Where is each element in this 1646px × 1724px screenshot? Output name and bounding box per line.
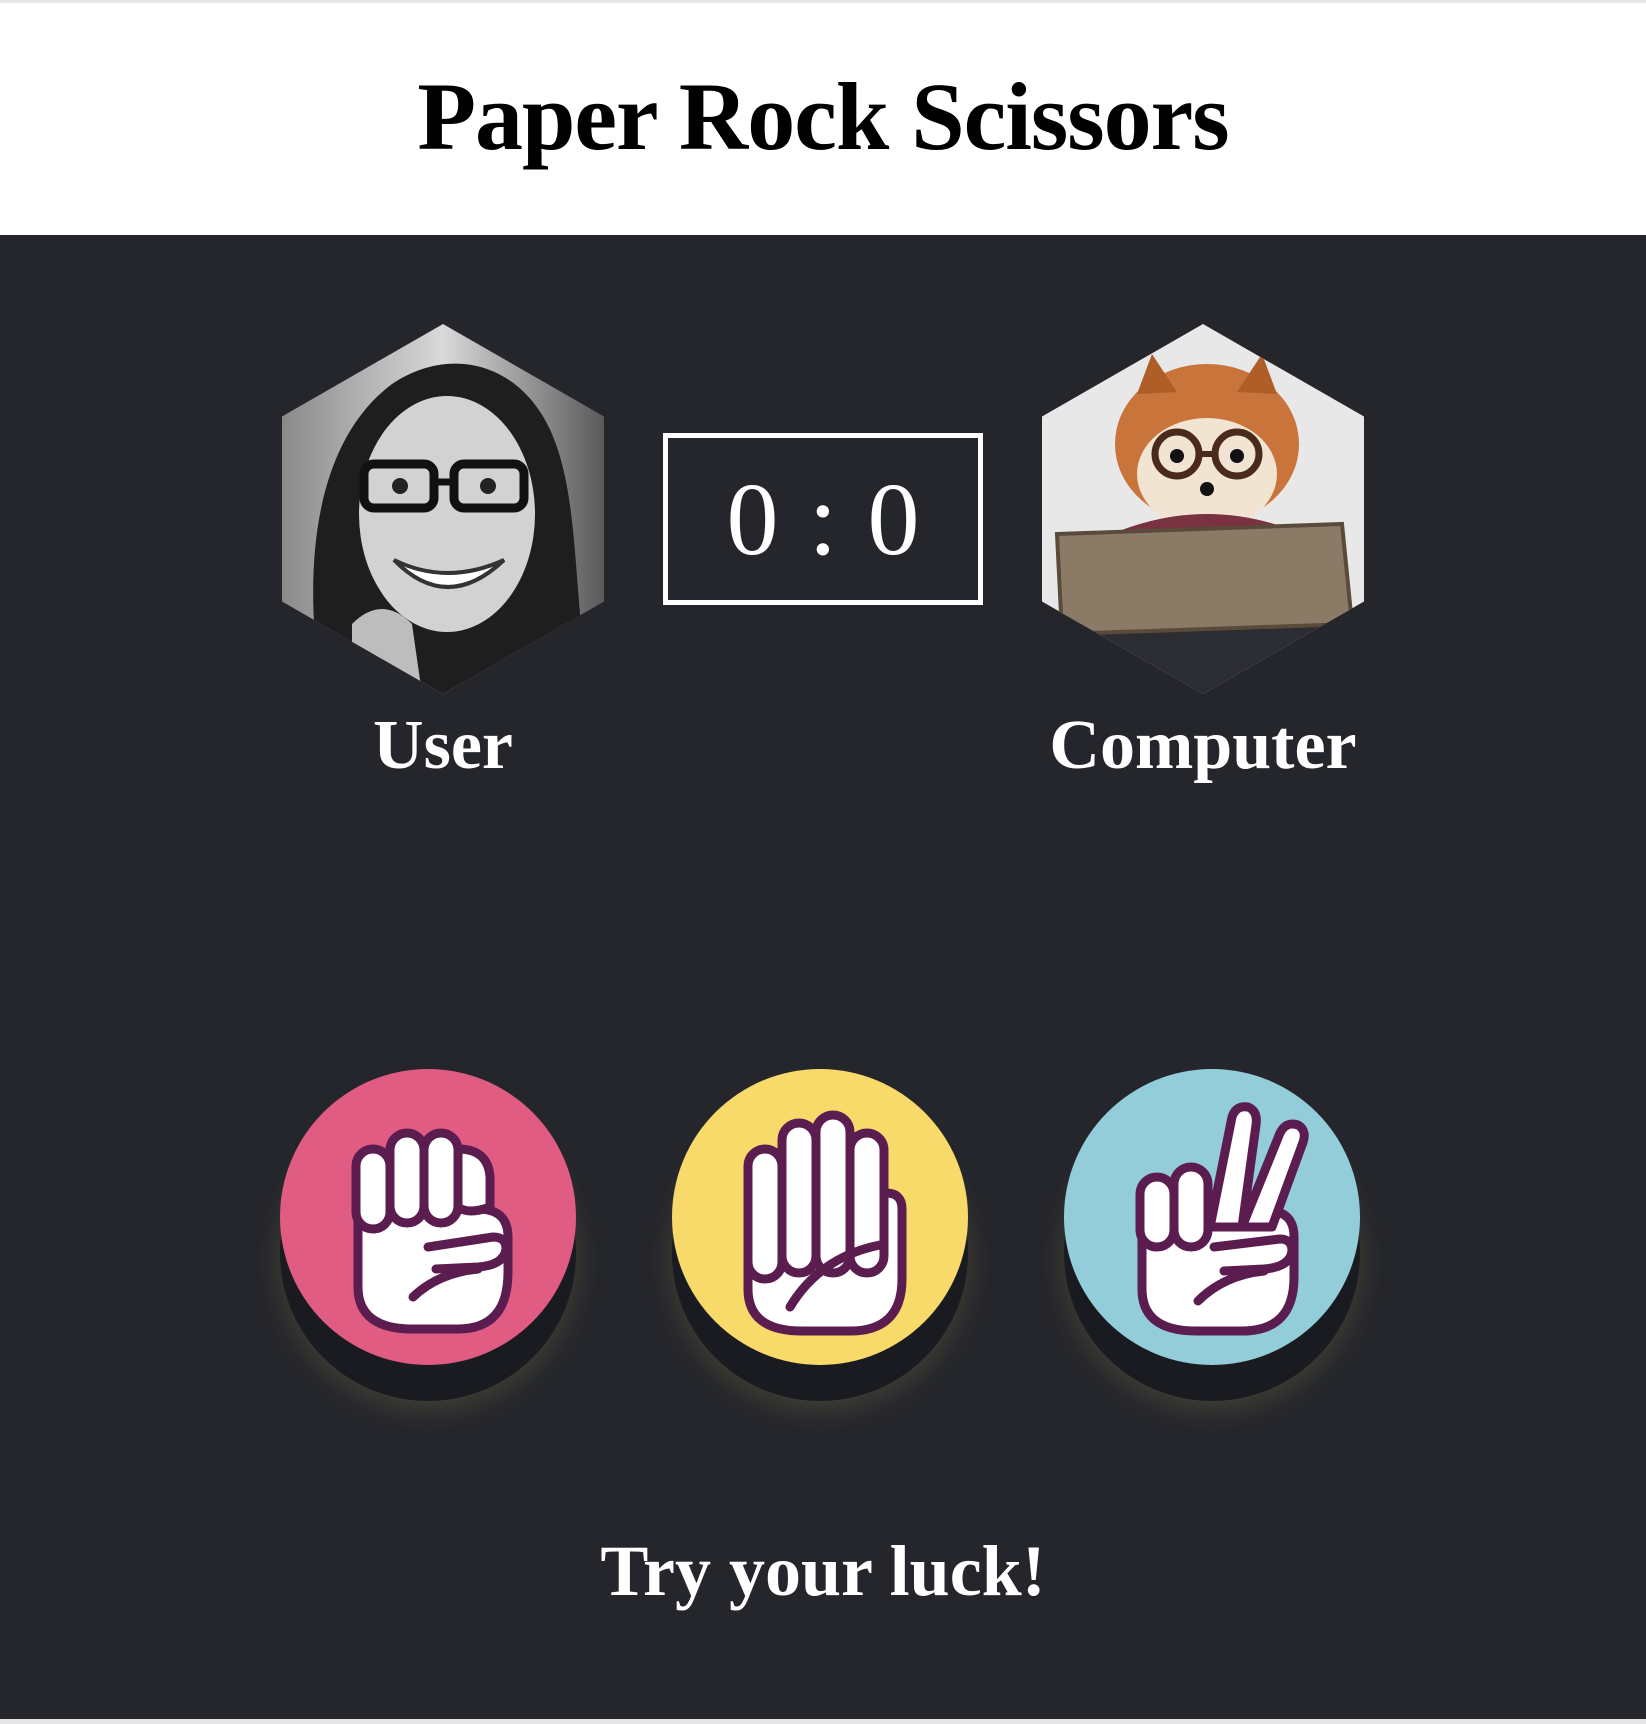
computer-label: Computer	[1049, 707, 1357, 784]
user-score: 0	[726, 461, 779, 577]
user-label: User	[373, 707, 513, 784]
computer-avatar	[1042, 324, 1364, 694]
bottom-divider	[0, 1719, 1646, 1724]
user-avatar	[282, 324, 604, 694]
rock-button[interactable]	[280, 1069, 576, 1365]
computer-score: 0	[867, 461, 920, 577]
page-header: Paper Rock Scissors	[0, 3, 1646, 235]
score-separator: :	[808, 461, 838, 577]
scissors-button[interactable]	[1064, 1069, 1360, 1365]
scoreboard: 0 : 0	[663, 433, 983, 605]
scissors-hand-icon	[1135, 1102, 1309, 1336]
rock-hand-icon	[351, 1128, 513, 1334]
status-message: Try your luck!	[600, 1531, 1046, 1611]
paper-hand-icon	[743, 1110, 907, 1336]
page-title: Paper Rock Scissors	[417, 62, 1229, 170]
computer-panel: Computer	[1042, 324, 1366, 786]
user-panel: User	[282, 324, 606, 786]
paper-button[interactable]	[672, 1069, 968, 1365]
